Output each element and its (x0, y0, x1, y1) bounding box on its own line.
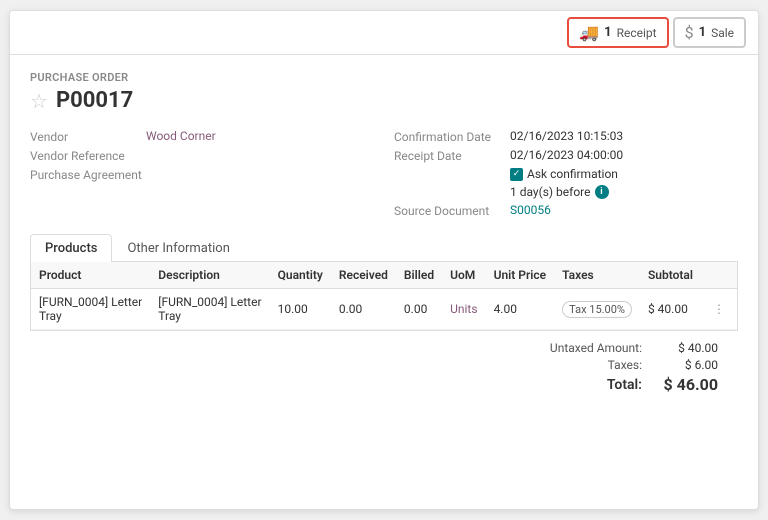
star-icon[interactable]: ☆ (30, 89, 48, 113)
receipt-smart-button[interactable]: 🚚 1 Receipt (567, 17, 668, 48)
cell-subtotal: $ 40.00 (640, 289, 701, 330)
vendor-label: Vendor (30, 129, 140, 144)
cell-taxes: Tax 15.00% (554, 289, 640, 330)
grand-total-row: Total: $ 46.00 (522, 375, 718, 394)
products-table-container: Product Description Quantity Received Bi… (30, 262, 738, 331)
days-before-row: 1 day(s) before i (394, 185, 738, 199)
col-subtotal: Subtotal (640, 262, 701, 289)
receipt-label: Receipt (617, 26, 657, 40)
table-row[interactable]: [FURN_0004] Letter Tray [FURN_0004] Lett… (31, 289, 737, 330)
row-menu-icon[interactable]: ⋮ (709, 300, 729, 318)
col-actions (701, 262, 737, 289)
products-table: Product Description Quantity Received Bi… (31, 262, 737, 330)
receipt-date-label: Receipt Date (394, 148, 504, 163)
col-billed: Billed (396, 262, 442, 289)
main-content: Purchase Order ☆ P00017 Vendor Wood Corn… (10, 55, 758, 509)
sale-count: 1 (699, 25, 706, 40)
cell-uom[interactable]: Units (442, 289, 485, 330)
sale-smart-button[interactable]: $ 1 Sale (673, 17, 746, 48)
ask-confirmation-checkbox-row: Ask confirmation (510, 167, 618, 181)
source-document-label: Source Document (394, 203, 504, 218)
purchase-order-window: 🚚 1 Receipt $ 1 Sale Purchase Order ☆ P0… (9, 10, 759, 510)
total-label: Total: (522, 377, 642, 393)
left-fields: Vendor Wood Corner Vendor Reference Purc… (30, 129, 374, 218)
dollar-icon: $ (685, 23, 694, 42)
record-type-label: Purchase Order (30, 71, 738, 84)
ask-confirmation-spacer (394, 167, 504, 168)
cell-description: [FURN_0004] Letter Tray (150, 289, 269, 330)
cell-row-menu[interactable]: ⋮ (701, 289, 737, 330)
receipt-count: 1 (604, 25, 611, 40)
taxes-row: Taxes: $ 6.00 (522, 358, 718, 372)
untaxed-value: $ 40.00 (658, 341, 718, 355)
receipt-date-field: Receipt Date 02/16/2023 04:00:00 (394, 148, 738, 163)
ask-confirmation-label: Ask confirmation (527, 167, 618, 181)
untaxed-label: Untaxed Amount: (522, 341, 642, 355)
days-before-spacer (394, 185, 504, 186)
days-before-value: 1 day(s) before (510, 185, 591, 199)
tab-other-information[interactable]: Other Information (112, 234, 244, 262)
vendor-value[interactable]: Wood Corner (146, 129, 216, 143)
col-taxes: Taxes (554, 262, 640, 289)
col-received: Received (331, 262, 396, 289)
source-document-field: Source Document S00056 (394, 203, 738, 218)
tabs: Products Other Information (30, 234, 738, 262)
total-value: $ 46.00 (658, 375, 718, 394)
taxes-value: $ 6.00 (658, 358, 718, 372)
receipt-date-value: 02/16/2023 04:00:00 (510, 148, 623, 162)
source-document-value[interactable]: S00056 (510, 203, 551, 217)
totals-section: Untaxed Amount: $ 40.00 Taxes: $ 6.00 To… (30, 331, 738, 404)
purchase-agreement-field: Purchase Agreement (30, 167, 374, 182)
tax-badge: Tax 15.00% (562, 301, 632, 318)
po-number: P00017 (56, 88, 133, 113)
table-header-row: Product Description Quantity Received Bi… (31, 262, 737, 289)
po-header: ☆ P00017 (30, 88, 738, 113)
cell-billed: 0.00 (396, 289, 442, 330)
truck-icon: 🚚 (579, 23, 599, 42)
col-description: Description (150, 262, 269, 289)
col-product: Product (31, 262, 150, 289)
untaxed-amount-row: Untaxed Amount: $ 40.00 (522, 341, 718, 355)
col-quantity: Quantity (270, 262, 331, 289)
vendor-field: Vendor Wood Corner (30, 129, 374, 144)
vendor-ref-field: Vendor Reference (30, 148, 374, 163)
taxes-label: Taxes: (522, 358, 642, 372)
purchase-agreement-label: Purchase Agreement (30, 167, 142, 182)
cell-quantity: 10.00 (270, 289, 331, 330)
confirmation-date-label: Confirmation Date (394, 129, 504, 144)
info-icon[interactable]: i (595, 185, 609, 199)
right-fields: Confirmation Date 02/16/2023 10:15:03 Re… (394, 129, 738, 218)
sale-label: Sale (711, 26, 734, 40)
vendor-ref-label: Vendor Reference (30, 148, 140, 163)
col-unit-price: Unit Price (486, 262, 555, 289)
cell-unit-price: 4.00 (486, 289, 555, 330)
top-bar: 🚚 1 Receipt $ 1 Sale (10, 11, 758, 55)
fields-grid: Vendor Wood Corner Vendor Reference Purc… (30, 129, 738, 218)
tab-products[interactable]: Products (30, 234, 112, 262)
ask-confirmation-checkbox[interactable] (510, 168, 523, 181)
confirmation-date-value: 02/16/2023 10:15:03 (510, 129, 623, 143)
col-uom: UoM (442, 262, 485, 289)
cell-received: 0.00 (331, 289, 396, 330)
ask-confirmation-row: Ask confirmation (394, 167, 738, 181)
confirmation-date-field: Confirmation Date 02/16/2023 10:15:03 (394, 129, 738, 144)
cell-product: [FURN_0004] Letter Tray (31, 289, 150, 330)
